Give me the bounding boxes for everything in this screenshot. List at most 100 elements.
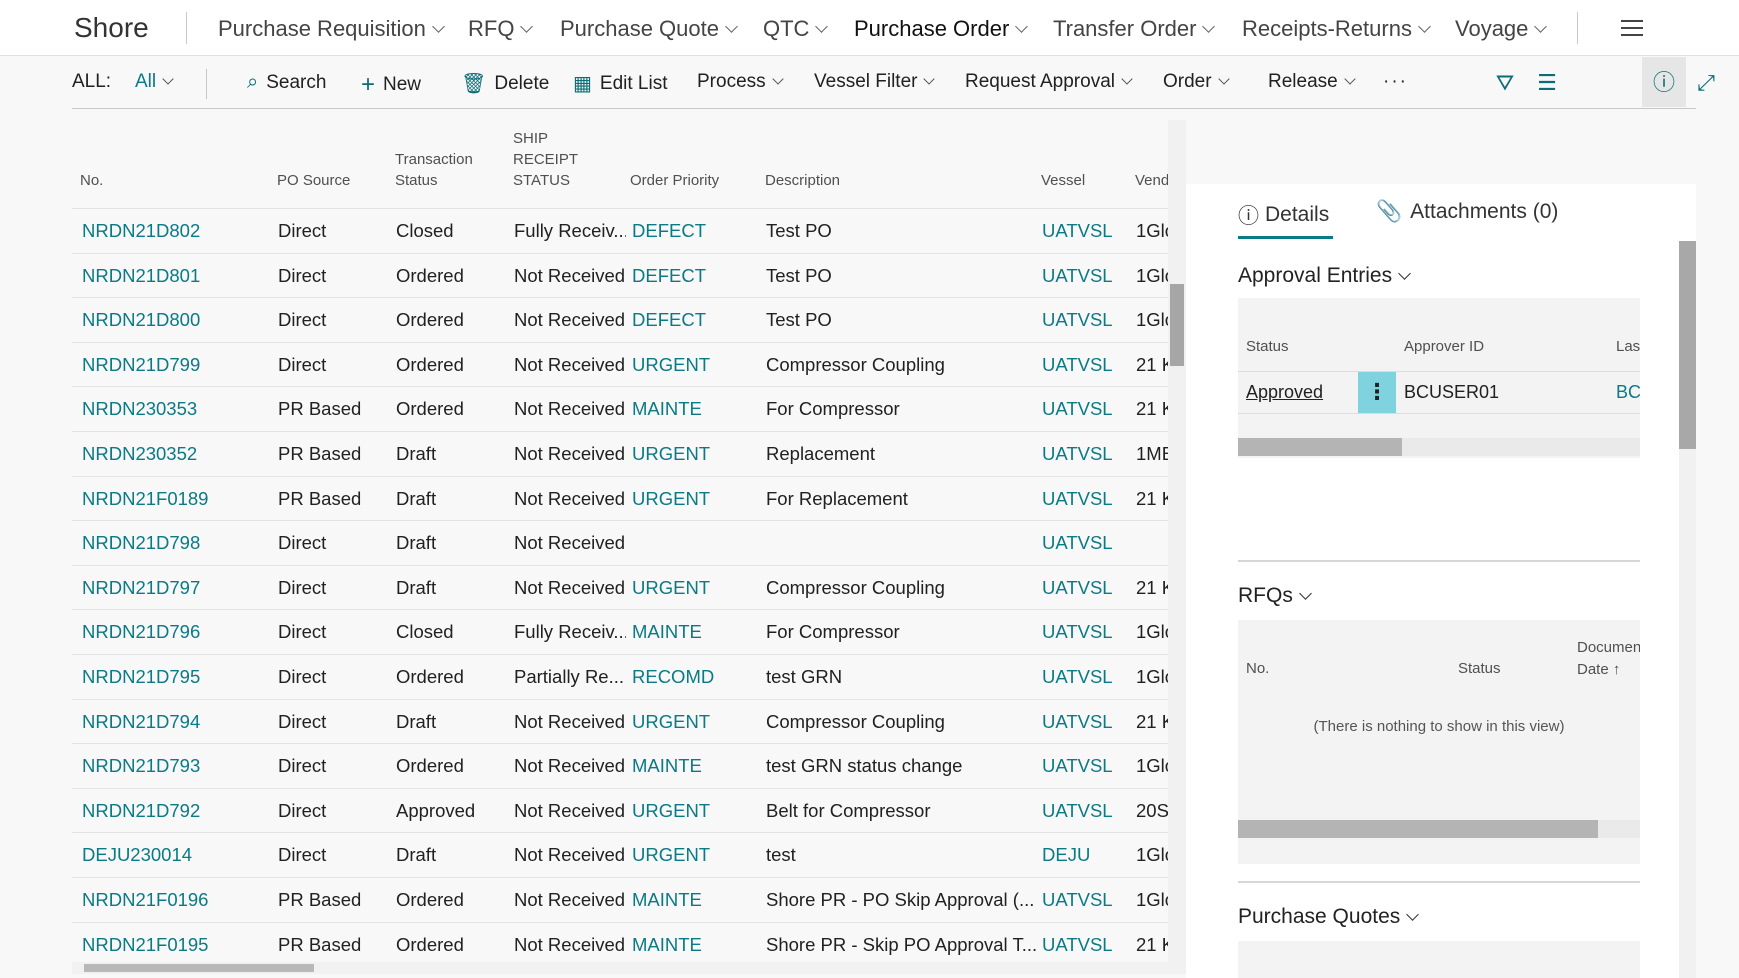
tab-details[interactable]: ⓘ Details [1238, 200, 1329, 230]
column-header-last[interactable]: Last [1616, 336, 1640, 358]
column-header-document-date[interactable]: Document Date ↑ [1577, 637, 1640, 681]
table-row[interactable]: NRDN21D794 Direct Draft Not Received URGENT C… [72, 698, 1186, 744]
view-filter-dropdown[interactable]: All [135, 71, 174, 93]
nav-rfq[interactable]: RFQ [468, 16, 534, 42]
filter-icon[interactable]: ⛛ [1491, 69, 1519, 97]
po-number-link[interactable]: NRDN230352 [82, 443, 257, 465]
nav-purchase-requisition[interactable]: Purchase Requisition [218, 16, 445, 42]
column-header-po-source[interactable]: PO Source [277, 170, 350, 191]
new-button[interactable]: + New [361, 71, 421, 99]
nav-purchase-quote[interactable]: Purchase Quote [560, 16, 738, 42]
po-source-cell: PR Based [278, 933, 362, 955]
po-number-link[interactable]: NRDN21D796 [82, 621, 257, 643]
vendor-cell: 21 K [1136, 487, 1168, 509]
table-row[interactable]: NRDN230353 PR Based Ordered Not Received MAI… [72, 386, 1186, 431]
column-header-description[interactable]: Description [765, 170, 840, 191]
table-row[interactable]: NRDN21F0195 PR Based Ordered Not Received MA… [72, 921, 1186, 967]
factbox-vertical-scrollbar[interactable] [1679, 241, 1696, 978]
list-vertical-scrollbar[interactable] [1168, 120, 1186, 968]
search-button[interactable]: ⌕ Search [247, 71, 326, 94]
grid-horizontal-scrollbar[interactable] [1238, 820, 1640, 838]
hamburger-menu-icon[interactable] [1621, 20, 1643, 36]
chevron-down-icon [771, 73, 784, 85]
receipt-status-cell: Not Received [514, 755, 626, 777]
nav-purchase-order[interactable]: Purchase Order [854, 16, 1029, 42]
purchase-quotes-title[interactable]: Purchase Quotes [1238, 905, 1420, 929]
request-approval-menu[interactable]: Request Approval [965, 71, 1133, 93]
po-number-link[interactable]: NRDN21D792 [82, 800, 257, 822]
po-number-link[interactable]: NRDN21D802 [82, 220, 257, 242]
po-number-link[interactable]: NRDN21F0189 [82, 488, 257, 510]
nav-transfer-order[interactable]: Transfer Order [1053, 16, 1216, 42]
table-row[interactable]: NRDN21D799 Direct Ordered Not Received URGEN… [72, 341, 1186, 387]
tab-attachments[interactable]: 📎 Attachments (0) [1376, 200, 1558, 224]
grid-horizontal-scrollbar[interactable] [1238, 438, 1640, 456]
po-number-link[interactable]: NRDN21F0195 [82, 934, 257, 956]
po-number-link[interactable]: NRDN21D799 [82, 354, 257, 376]
po-number-link[interactable]: DEJU230014 [82, 844, 257, 866]
po-number-link[interactable]: NRDN21F0196 [82, 889, 257, 911]
po-number-link[interactable]: NRDN21D800 [82, 309, 257, 331]
scrollbar-thumb[interactable] [1679, 241, 1696, 449]
po-number-link[interactable]: NRDN230353 [82, 398, 257, 420]
table-row[interactable]: NRDN21D800 Direct Ordered Not Received DEFEC… [72, 297, 1186, 342]
more-options-button[interactable]: ··· [1383, 71, 1408, 93]
brand-title[interactable]: Shore [74, 12, 149, 44]
po-source-cell: Direct [278, 755, 327, 777]
table-row[interactable]: NRDN21D795 Direct Ordered Partially Re... RE… [72, 654, 1186, 699]
approval-entries-title[interactable]: Approval Entries [1238, 264, 1411, 288]
table-row[interactable]: NRDN21D801 Direct Ordered Not Received DEFEC… [72, 252, 1186, 298]
expand-icon[interactable]: ⤢ [1692, 69, 1720, 97]
scrollbar-thumb[interactable] [1170, 284, 1184, 366]
rfqs-grid: No. Status Document Date ↑ (There is noth… [1238, 620, 1640, 864]
scrollbar-thumb[interactable] [1238, 438, 1402, 456]
release-menu[interactable]: Release [1268, 71, 1356, 93]
table-row[interactable]: NRDN21D796 Direct Closed Fully Receiv... MAI… [72, 609, 1186, 654]
table-row[interactable]: NRDN21F0196 PR Based Ordered Not Received MA… [72, 877, 1186, 922]
column-header-status[interactable]: Status [1458, 658, 1501, 680]
edit-list-button[interactable]: ▦ Edit List [573, 71, 668, 96]
scrollbar-thumb[interactable] [1238, 820, 1598, 838]
table-row[interactable]: NRDN21F0189 PR Based Draft Not Received URGE… [72, 475, 1186, 521]
po-number-link[interactable]: NRDN21D797 [82, 577, 257, 599]
list-horizontal-scrollbar[interactable] [72, 962, 1186, 974]
vessel-filter-menu[interactable]: Vessel Filter [814, 71, 936, 93]
order-menu[interactable]: Order [1163, 71, 1230, 93]
nav-receipts-returns[interactable]: Receipts-Returns [1242, 16, 1431, 42]
column-header-status[interactable]: Status [1246, 336, 1289, 358]
column-header-order-priority[interactable]: Order Priority [630, 170, 719, 191]
po-number-link[interactable]: NRDN21D795 [82, 666, 257, 688]
table-row[interactable]: NRDN230352 PR Based Draft Not Received URGEN… [72, 431, 1186, 476]
column-header-transaction-status[interactable]: Transaction Status [395, 149, 473, 191]
column-header-approver-id[interactable]: Approver ID [1404, 336, 1484, 358]
column-header-no[interactable]: No. [1246, 658, 1269, 680]
chevron-down-icon [1202, 19, 1216, 33]
table-row[interactable]: DEJU230014 Direct Draft Not Received URGENT t… [72, 832, 1186, 877]
approval-status-link[interactable]: Approved [1246, 382, 1323, 403]
rfqs-title[interactable]: RFQs [1238, 584, 1312, 608]
column-header-no[interactable]: No. [80, 170, 103, 191]
po-number-link[interactable]: NRDN21D798 [82, 532, 257, 554]
table-row[interactable]: NRDN21D802 Direct Closed Fully Receiv... DEF… [72, 208, 1186, 253]
process-menu[interactable]: Process [697, 71, 784, 93]
column-header-ship-receipt-status[interactable]: SHIP RECEIPT STATUS [513, 128, 578, 191]
nav-qtc[interactable]: QTC [763, 16, 829, 42]
table-row[interactable]: NRDN21D797 Direct Draft Not Received URGENT C… [72, 564, 1186, 610]
info-icon[interactable]: ⓘ [1650, 69, 1678, 97]
paperclip-icon: 📎 [1376, 200, 1403, 223]
receipt-status-cell: Not Received [514, 844, 626, 866]
table-row[interactable]: NRDN21D798 Direct Draft Not Received UATVSL [72, 520, 1186, 565]
po-number-link[interactable]: NRDN21D794 [82, 711, 257, 733]
nav-voyage[interactable]: Voyage [1455, 16, 1548, 42]
po-number-link[interactable]: NRDN21D793 [82, 755, 257, 777]
scrollbar-thumb[interactable] [84, 964, 314, 972]
po-number-link[interactable]: NRDN21D801 [82, 265, 257, 287]
list-view-icon[interactable]: ☰ [1533, 69, 1561, 97]
delete-button[interactable]: 🗑 Delete [461, 71, 549, 96]
bookmark-icon[interactable]: ⚐ [1733, 69, 1739, 97]
column-header-vessel[interactable]: Vessel [1041, 170, 1085, 191]
table-row[interactable]: NRDN21D793 Direct Ordered Not Received MAINT… [72, 743, 1186, 788]
description-cell: For Compressor [766, 398, 900, 420]
table-row[interactable]: NRDN21D792 Direct Approved Not Received URGE… [72, 787, 1186, 833]
row-actions-button[interactable]: ⋮ [1358, 372, 1396, 414]
